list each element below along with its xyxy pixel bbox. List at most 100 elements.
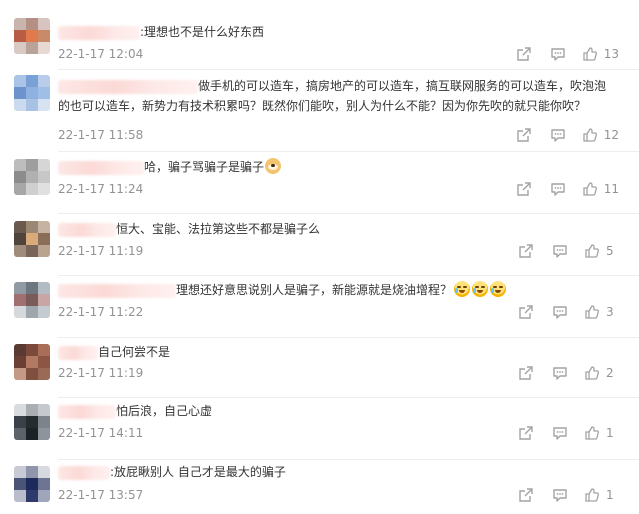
laugh-cry-emoji-icon	[472, 281, 489, 297]
reply-button[interactable]	[552, 365, 568, 381]
share-button[interactable]	[516, 127, 532, 143]
comment-actions: 3	[518, 304, 619, 320]
comment-actions: 1	[518, 425, 619, 441]
comment-body: 恒大、宝能、法拉第这些不都是骗子么	[58, 219, 618, 239]
share-icon	[518, 425, 534, 441]
comment-icon	[552, 243, 568, 259]
comment-body: 自己何尝不是	[58, 342, 618, 362]
thumbs-up-icon	[584, 487, 600, 503]
username-blurred[interactable]	[58, 160, 144, 175]
reply-button[interactable]	[552, 487, 568, 503]
comment-icon	[550, 46, 566, 62]
comment-body: 哈，骗子骂骗子是骗子	[58, 157, 618, 177]
comment-divider	[58, 69, 639, 70]
comment-icon	[550, 181, 566, 197]
share-icon	[518, 487, 534, 503]
share-icon	[516, 181, 532, 197]
share-icon	[516, 127, 532, 143]
comment-timestamp: 22-1-17 12:04	[58, 47, 144, 61]
like-button[interactable]: 1	[584, 425, 619, 441]
comment-body: :理想也不是什么好东西	[58, 22, 618, 42]
comment-icon	[552, 425, 568, 441]
comment-timestamp: 22-1-17 11:24	[58, 182, 144, 196]
share-button[interactable]	[518, 304, 534, 320]
like-button[interactable]: 12	[582, 127, 619, 143]
comment-divider	[58, 275, 639, 276]
comment-icon	[552, 304, 568, 320]
share-button[interactable]	[518, 243, 534, 259]
comment-timestamp: 22-1-17 11:19	[58, 244, 144, 258]
laugh-cry-emoji-icon	[490, 281, 507, 297]
comment-body: 怕后浪，自己心虚	[58, 401, 618, 421]
comment-text: 恒大、宝能、法拉第这些不都是骗子么	[116, 222, 321, 236]
laugh-cry-emoji-icon	[454, 281, 471, 297]
username-blurred[interactable]	[58, 404, 116, 419]
reply-button[interactable]	[552, 304, 568, 320]
comment-timestamp: 22-1-17 11:58	[58, 128, 144, 142]
avatar[interactable]	[14, 18, 50, 54]
like-count: 5	[606, 244, 614, 258]
comment-icon	[552, 487, 568, 503]
username-blurred[interactable]	[58, 25, 140, 40]
doge-emoji-icon	[265, 158, 282, 174]
comment-divider	[58, 397, 639, 398]
reply-button[interactable]	[550, 127, 566, 143]
reply-button[interactable]	[552, 243, 568, 259]
avatar[interactable]	[14, 344, 50, 380]
comment-text: 理想还好意思说别人是骗子，新能源就是烧油增程？	[176, 283, 453, 297]
like-button[interactable]: 13	[582, 46, 619, 62]
comment-actions: 12	[516, 127, 619, 143]
comment-text: 怕后浪，自己心虚	[116, 404, 213, 418]
comment-text: :放屁瞅别人 自己才是最大的骗子	[110, 465, 286, 479]
comment-actions: 1	[518, 487, 619, 503]
like-count: 2	[606, 366, 614, 380]
share-icon	[518, 304, 534, 320]
thumbs-up-icon	[582, 127, 598, 143]
like-button[interactable]: 3	[584, 304, 619, 320]
comment-divider	[58, 213, 639, 214]
share-button[interactable]	[518, 425, 534, 441]
comment-timestamp: 22-1-17 13:57	[58, 488, 144, 502]
username-blurred[interactable]	[58, 283, 176, 298]
thumbs-up-icon	[584, 243, 600, 259]
reply-button[interactable]	[550, 181, 566, 197]
like-count: 1	[606, 488, 614, 502]
like-button[interactable]: 2	[584, 365, 619, 381]
like-button[interactable]: 11	[582, 181, 619, 197]
comment-actions: 2	[518, 365, 619, 381]
share-button[interactable]	[518, 487, 534, 503]
thumbs-up-icon	[584, 304, 600, 320]
comment-divider	[58, 337, 639, 338]
username-blurred[interactable]	[58, 345, 98, 360]
share-button[interactable]	[518, 365, 534, 381]
share-icon	[516, 46, 532, 62]
comment-icon	[552, 365, 568, 381]
username-blurred[interactable]	[58, 465, 110, 480]
like-count: 3	[606, 305, 614, 319]
thumbs-up-icon	[582, 46, 598, 62]
username-blurred[interactable]	[58, 79, 198, 94]
avatar[interactable]	[14, 221, 50, 257]
avatar[interactable]	[14, 404, 50, 440]
like-count: 11	[603, 182, 619, 196]
reply-button[interactable]	[550, 46, 566, 62]
like-button[interactable]: 5	[584, 243, 619, 259]
share-button[interactable]	[516, 181, 532, 197]
reply-button[interactable]	[552, 425, 568, 441]
like-count: 1	[606, 426, 614, 440]
avatar[interactable]	[14, 159, 50, 195]
avatar[interactable]	[14, 75, 50, 111]
comment-text: 哈，骗子骂骗子是骗子	[144, 160, 265, 174]
avatar[interactable]	[14, 282, 50, 318]
comment-divider	[58, 459, 639, 460]
comment-text: :理想也不是什么好东西	[140, 25, 265, 39]
username-blurred[interactable]	[58, 222, 116, 237]
share-button[interactable]	[516, 46, 532, 62]
avatar[interactable]	[14, 466, 50, 502]
comment-timestamp: 22-1-17 11:22	[58, 305, 144, 319]
comment-body: 做手机的可以造车，搞房地产的可以造车，搞互联网服务的可以造车，吹泡泡 的也可以造…	[58, 76, 618, 116]
like-button[interactable]: 1	[584, 487, 619, 503]
share-icon	[518, 365, 534, 381]
comment-icon	[550, 127, 566, 143]
thumbs-up-icon	[584, 365, 600, 381]
